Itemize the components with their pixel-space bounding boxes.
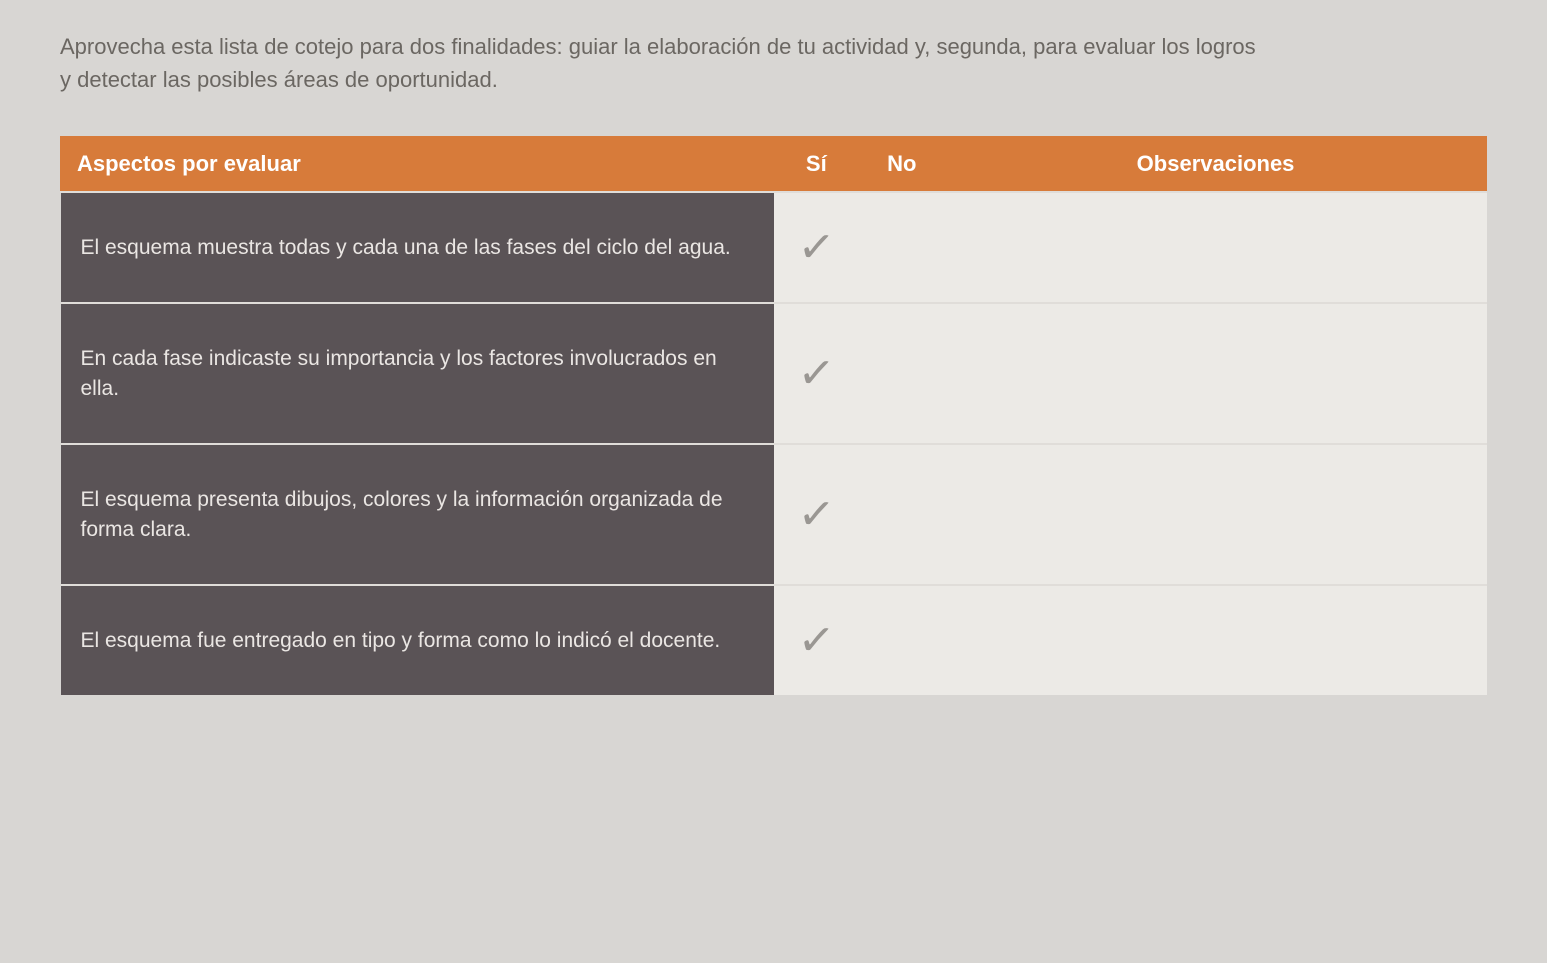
no-cell xyxy=(859,192,945,303)
header-no: No xyxy=(859,137,945,193)
si-cell: ✓ xyxy=(774,444,860,585)
table-row: El esquema muestra todas y cada una de l… xyxy=(61,192,1487,303)
rubric-table: Aspectos por evaluar Sí No Observaciones… xyxy=(60,136,1487,695)
checkmark-icon: ✓ xyxy=(796,221,837,275)
obs-cell xyxy=(945,303,1487,444)
table-row: El esquema presenta dibujos, colores y l… xyxy=(61,444,1487,585)
checkmark-icon: ✓ xyxy=(796,347,837,401)
si-cell: ✓ xyxy=(774,585,860,695)
si-cell: ✓ xyxy=(774,192,860,303)
no-cell xyxy=(859,303,945,444)
aspect-cell: El esquema muestra todas y cada una de l… xyxy=(61,192,774,303)
header-aspect: Aspectos por evaluar xyxy=(61,137,774,193)
no-cell xyxy=(859,585,945,695)
table-row: El esquema fue entregado en tipo y forma… xyxy=(61,585,1487,695)
no-cell xyxy=(859,444,945,585)
aspect-cell: El esquema fue entregado en tipo y forma… xyxy=(61,585,774,695)
obs-cell xyxy=(945,444,1487,585)
header-observaciones: Observaciones xyxy=(945,137,1487,193)
aspect-cell: El esquema presenta dibujos, colores y l… xyxy=(61,444,774,585)
checkmark-icon: ✓ xyxy=(796,488,837,542)
instruction-text: Aprovecha esta lista de cotejo para dos … xyxy=(60,30,1260,96)
table-header-row: Aspectos por evaluar Sí No Observaciones xyxy=(61,137,1487,193)
table-row: En cada fase indicaste su importancia y … xyxy=(61,303,1487,444)
si-cell: ✓ xyxy=(774,303,860,444)
aspect-cell: En cada fase indicaste su importancia y … xyxy=(61,303,774,444)
header-si: Sí xyxy=(774,137,860,193)
checkmark-icon: ✓ xyxy=(796,614,837,668)
obs-cell xyxy=(945,585,1487,695)
obs-cell xyxy=(945,192,1487,303)
